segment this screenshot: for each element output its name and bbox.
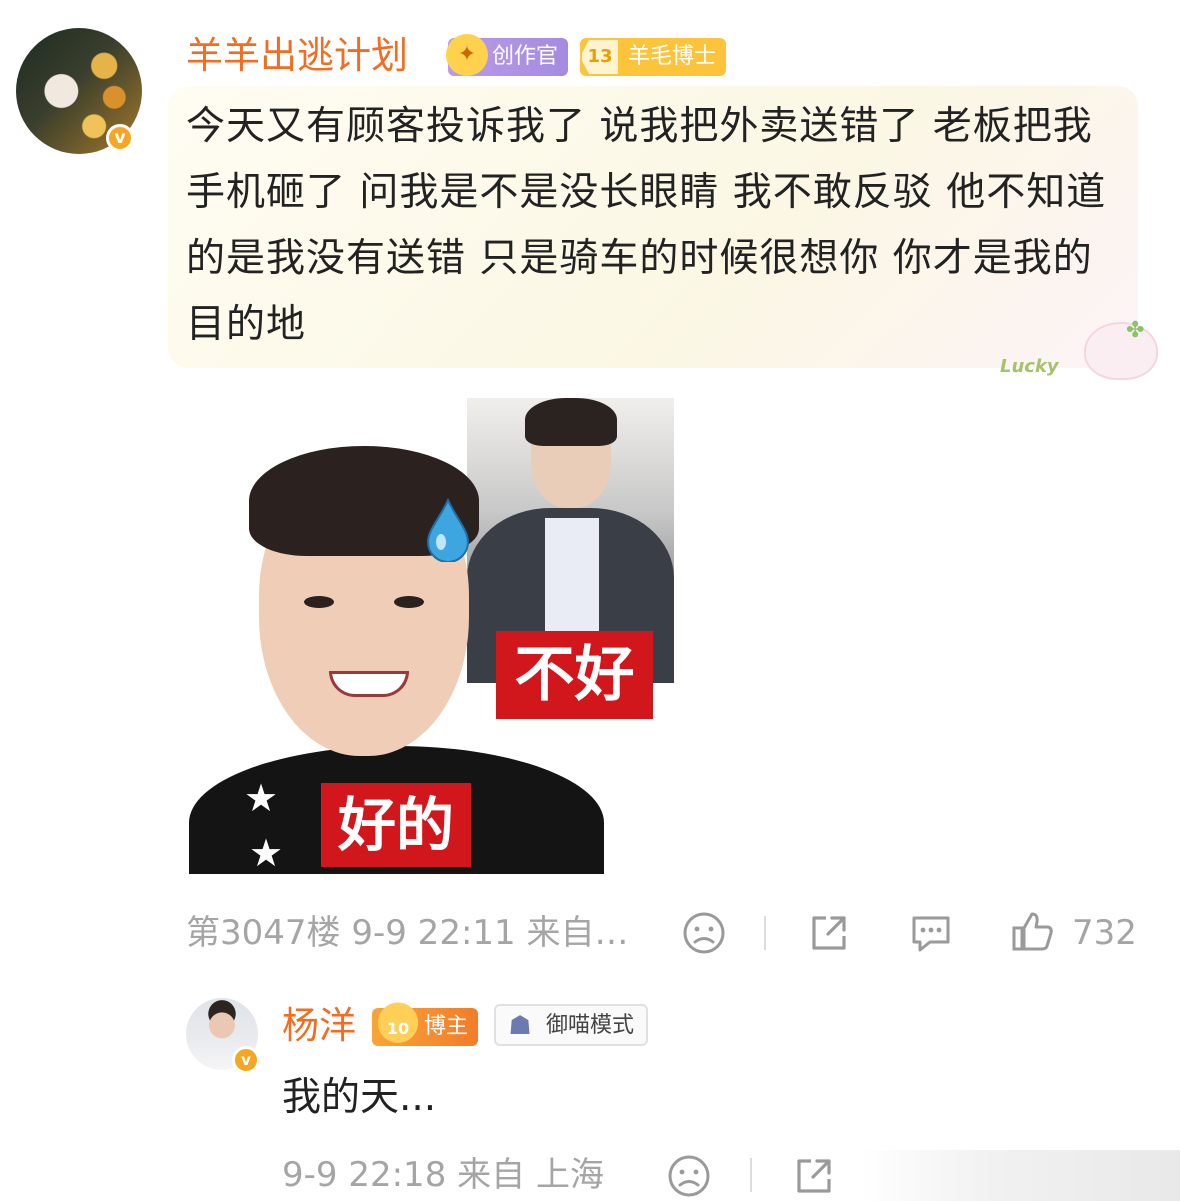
meme-label-bottom: 好的 [321,783,471,867]
share-icon[interactable] [791,1153,837,1199]
meme-image[interactable]: ★ ★ 不好 好的 [189,398,674,875]
blogger-badge-label: 博主 [424,1014,469,1039]
divider [764,916,766,950]
reply-source: 来自 上海 [457,1155,604,1195]
sweat-drop-icon [426,498,470,562]
cat-mode-label: 御喵模式 [546,1013,635,1038]
dislike-icon[interactable] [666,1153,712,1199]
replier-username[interactable]: 杨洋 [282,1002,356,1050]
cat-mode-badge[interactable]: ☗ 御喵模式 [494,1004,649,1046]
floor-number: 第3047楼 [186,913,341,953]
share-icon[interactable] [806,910,852,956]
dislike-icon[interactable] [681,910,727,956]
comment-source: 来自… [526,913,629,953]
reply-time: 9-9 22:18 [282,1155,447,1195]
comment-time: 9-9 22:11 [351,913,516,953]
watermark-overlay [860,1150,1180,1201]
like-count: 732 [1072,913,1137,953]
commenter-username[interactable]: 羊羊出逃计划 [186,32,408,80]
reply-meta: 9-9 22:18 来自 上海 [282,1152,604,1198]
comment-text: 今天又有顾客投诉我了 说我把外卖送错了 老板把我手机砸了 问我是不是没长眼睛 我… [186,104,1107,347]
meme-label-top: 不好 [496,631,653,719]
bubble-decoration-text: Lucky [1000,356,1059,377]
reply-icon[interactable] [908,910,954,956]
creator-badge[interactable]: ✦ 创作官 [446,34,569,76]
divider [750,1158,752,1192]
verified-badge: v [232,1046,260,1074]
comment-meta: 第3047楼 9-9 22:11 来自… [186,910,628,956]
like-icon[interactable] [1010,908,1056,954]
blogger-badge[interactable]: 10 博主 [372,1002,479,1048]
clover-icon: ✤ [1126,318,1145,343]
verified-badge: v [106,124,134,152]
level-icon: 13 [580,38,620,76]
fan-level-badge[interactable]: 13 羊毛博士 [580,38,727,76]
fan-level-label: 羊毛博士 [628,44,717,69]
cat-mode-icon: ☗ [508,1011,532,1041]
creator-icon: ✦ [446,34,488,76]
lucky-sheep-icon [1084,322,1158,380]
creator-badge-label: 创作官 [492,44,559,69]
reply-text: 我的天... [282,1075,437,1120]
blogger-icon: 10 [372,1002,424,1048]
